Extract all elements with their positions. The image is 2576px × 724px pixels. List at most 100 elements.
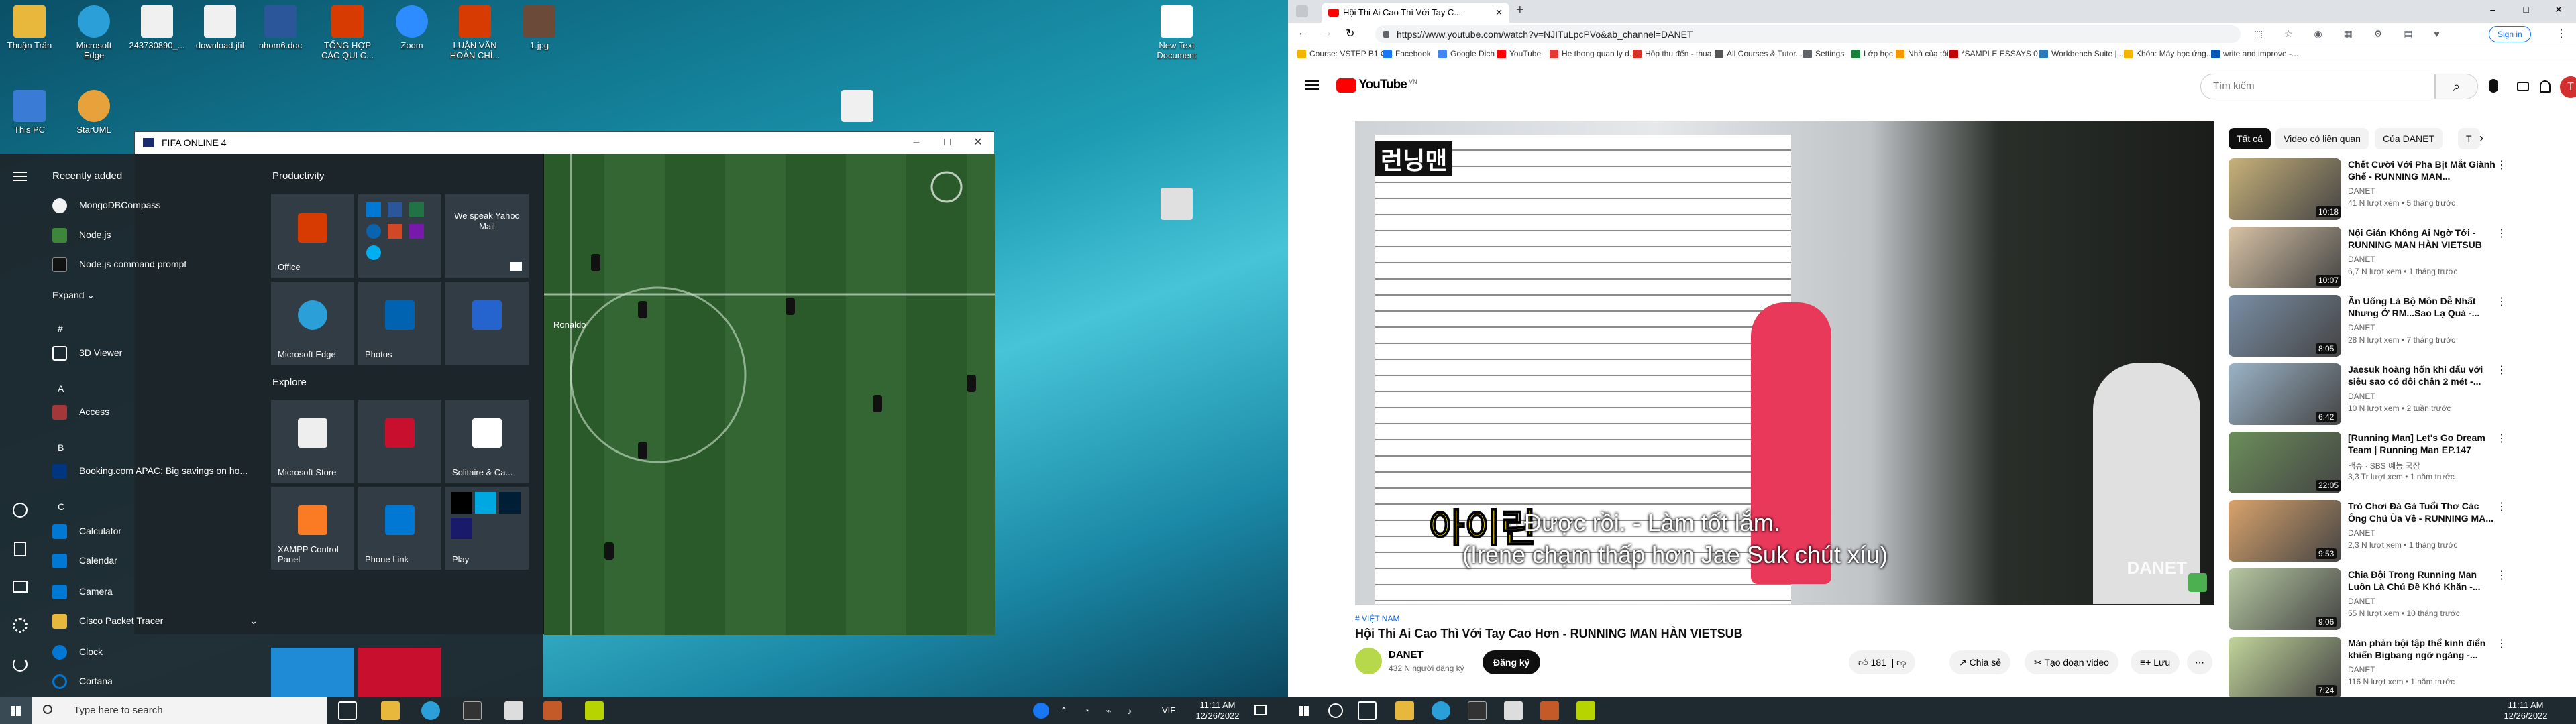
clip-button[interactable]: ✂ Tạo đoạn video — [2025, 650, 2118, 674]
sign-in-button[interactable]: Sign in — [2489, 26, 2531, 42]
menu-dots-icon[interactable]: ⋮ — [2556, 27, 2567, 40]
app-item-booking[interactable]: Booking.com APAC: Big savings on ho... — [43, 457, 264, 484]
app-item-node-cmd[interactable]: Node.js command prompt — [43, 251, 264, 278]
settings-icon[interactable] — [13, 618, 28, 633]
recommendation-item[interactable]: 10:07 Nội Gián Không Ai Ngờ Tới - RUNNING… — [2229, 227, 2567, 288]
desktop-icon-user[interactable]: Thuận Trần — [1, 5, 58, 50]
tray-app-icon[interactable] — [1033, 703, 1049, 719]
youtube-logo[interactable]: YouTube VN — [1336, 78, 1417, 94]
app-item-cortana[interactable]: Cortana — [43, 668, 264, 695]
more-vert-icon[interactable]: ⋮ — [2496, 637, 2507, 650]
create-icon[interactable] — [2517, 82, 2529, 91]
tile-news[interactable] — [358, 400, 441, 483]
tab-close-icon[interactable]: ✕ — [1495, 3, 1503, 23]
window-titlebar[interactable]: FIFA ONLINE 4 – □ ✕ — [135, 132, 994, 154]
desktop-icon-file1[interactable]: 243730890_... — [129, 5, 185, 50]
document-icon[interactable] — [14, 542, 26, 556]
bookmark-item[interactable]: Hôp thu đến - thua... — [1633, 49, 1718, 58]
desktop-icon-word2[interactable] — [829, 90, 885, 125]
tile-edge[interactable]: Microsoft Edge — [271, 282, 354, 365]
play-icon[interactable] — [2188, 573, 2207, 592]
terminal-taskbar-icon[interactable] — [463, 701, 482, 720]
chip-more[interactable]: T — [2458, 128, 2480, 149]
bookmark-item[interactable]: Course: VSTEP B1 O... — [1297, 49, 1393, 58]
forward-icon[interactable]: → — [1322, 27, 1332, 39]
mic-icon[interactable] — [2489, 79, 2498, 93]
hamburger-icon[interactable] — [1305, 80, 1319, 90]
app-taskbar-icon[interactable] — [504, 701, 523, 720]
new-tab-button[interactable]: + — [1516, 3, 1524, 18]
recommendation-item[interactable]: 22:05 [Running Man] Let's Go Dream Team |… — [2229, 432, 2567, 493]
tile-xampp[interactable]: XAMPP Control Panel — [271, 487, 354, 570]
letter-c[interactable]: C — [58, 501, 64, 512]
app-item-nodejs[interactable]: Node.js — [43, 221, 264, 248]
desktop-icon-recycle[interactable] — [1148, 188, 1205, 223]
yt-search-input[interactable]: Tìm kiếm — [2200, 74, 2435, 99]
app-item-camera[interactable]: Camera — [43, 578, 264, 605]
terminal-taskbar-icon[interactable] — [1468, 701, 1487, 720]
tile-phone-link[interactable]: Phone Link — [358, 487, 441, 570]
app-item-mongodb[interactable]: MongoDBCompass — [43, 192, 264, 219]
subscribe-button[interactable]: Đăng ký — [1483, 650, 1541, 674]
clock[interactable]: 11:11 AM 12/26/2022 — [2496, 700, 2556, 721]
chevron-right-icon[interactable]: › — [2479, 131, 2483, 145]
address-bar[interactable]: https://www.youtube.com/watch?v=NJITuLpc… — [1375, 25, 2241, 43]
window-maximize[interactable]: □ — [2524, 4, 2529, 15]
tile-play[interactable]: Play — [445, 487, 529, 570]
power-icon[interactable] — [13, 657, 28, 672]
file-explorer-icon[interactable] — [1395, 701, 1414, 720]
save-button[interactable]: ≡+ Lưu — [2131, 650, 2180, 674]
like-button[interactable]: 👍︎ 181 | 👎︎ — [1849, 650, 1916, 674]
bookmark-item[interactable]: Google Dich — [1438, 49, 1495, 58]
back-icon[interactable]: ← — [1297, 27, 1308, 39]
desktop-icon-pdf2[interactable]: LUẬN VĂN HOÀN CHỈ... — [447, 5, 503, 60]
maximize-button[interactable]: □ — [932, 132, 963, 154]
bookmark-item[interactable]: YouTube — [1497, 49, 1541, 58]
recommendation-item[interactable]: 8:05 Ăn Uống Là Bộ Môn Dễ Nhất Nhưng Ở RM… — [2229, 295, 2567, 357]
chip-related[interactable]: Video có liên quan — [2275, 128, 2369, 149]
game-pitch[interactable]: Ronaldo — [544, 154, 995, 635]
chip-channel[interactable]: Của DANET — [2375, 128, 2443, 149]
recommendation-item[interactable]: 9:06 Chia Đội Trong Running Man Luôn Là C… — [2229, 568, 2567, 630]
task-view-icon[interactable] — [1358, 701, 1377, 720]
notification-icon[interactable] — [1254, 705, 1267, 715]
tab-search-icon[interactable] — [1296, 5, 1308, 17]
number4-taskbar-icon[interactable] — [1576, 701, 1595, 720]
desktop-icon-thispc[interactable]: This PC — [1, 90, 58, 135]
recommendation-item[interactable]: 9:53 Trò Chơi Đá Gà Tuổi Thơ Các Ông Chú … — [2229, 500, 2567, 562]
more-vert-icon[interactable]: ⋮ — [2496, 227, 2507, 240]
bookmark-item[interactable]: All Courses & Tutor... — [1715, 49, 1803, 58]
minimize-button[interactable]: – — [901, 132, 932, 154]
active-tab[interactable]: Hội Thi Ai Cao Thì Với Tay C... ✕ — [1322, 3, 1509, 23]
reload-icon[interactable]: ↻ — [1346, 27, 1354, 40]
app-item-cisco[interactable]: Cisco Packet Tracer ⌄ — [43, 607, 264, 634]
tile-photos[interactable]: Photos — [358, 282, 441, 365]
share-button[interactable]: ↗ Chia sẻ — [1949, 650, 2011, 674]
tile-todo[interactable] — [445, 282, 529, 365]
more-vert-icon[interactable]: ⋮ — [2496, 432, 2507, 445]
more-vert-icon[interactable]: ⋮ — [2496, 568, 2507, 582]
channel-name[interactable]: DANET — [1389, 649, 1424, 660]
tray-icons[interactable]: ⌃ ◔ ⌁ ♪ — [1060, 705, 1138, 717]
hashtag[interactable]: # VIỆT NAM — [1355, 614, 1399, 623]
more-vert-icon[interactable]: ⋮ — [2496, 295, 2507, 308]
desktop-icon-staruml[interactable]: StarUML — [66, 90, 122, 135]
bell-icon[interactable] — [2540, 80, 2551, 93]
desktop-icon-pdf1[interactable]: TỔNG HỢP CÁC QUI C... — [319, 5, 376, 60]
bookmark-item[interactable]: Workbench Suite |... — [2039, 49, 2124, 58]
letter-b[interactable]: B — [58, 442, 64, 453]
more-vert-icon[interactable]: ⋮ — [2496, 500, 2507, 514]
taskbar-search[interactable]: Type here to search — [32, 697, 327, 724]
app-item-calendar[interactable]: Calendar — [43, 547, 264, 574]
app-taskbar-icon[interactable] — [1504, 701, 1523, 720]
window-close[interactable]: ✕ — [2555, 4, 2563, 15]
tile-office[interactable]: Office — [271, 194, 354, 278]
app-item-calculator[interactable]: Calculator — [43, 518, 264, 544]
more-vert-icon[interactable]: ⋮ — [2496, 158, 2507, 172]
desktop-icon-textdoc[interactable]: New Text Document — [1148, 5, 1205, 60]
start-menu[interactable]: Recently added MongoDBCompass Node.js No… — [0, 154, 543, 699]
bookmark-item[interactable]: Settings — [1803, 49, 1844, 58]
bookmark-item[interactable]: *SAMPLE ESSAYS 0... — [1949, 49, 2045, 58]
app-item-clock[interactable]: Clock — [43, 638, 264, 665]
language-indicator[interactable]: VIE — [1162, 705, 1176, 715]
